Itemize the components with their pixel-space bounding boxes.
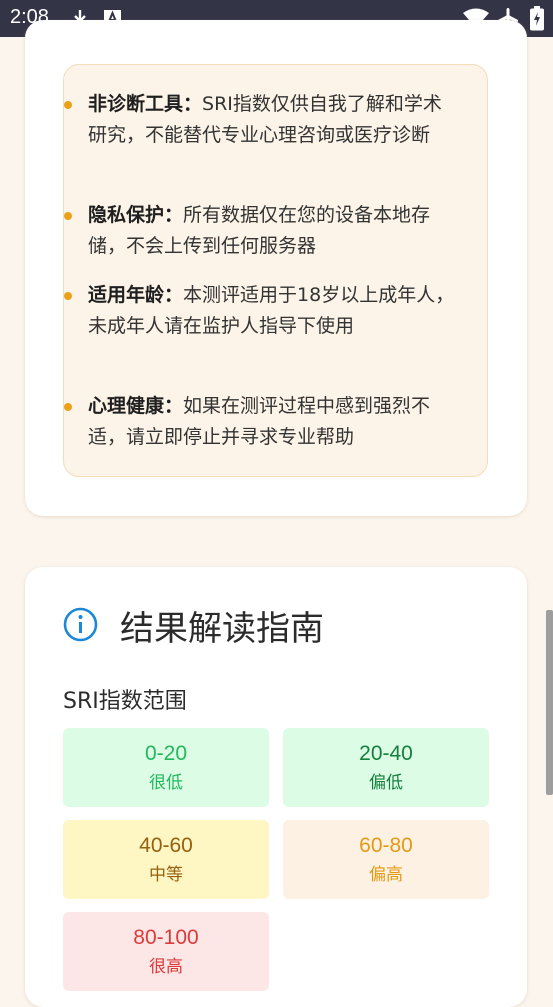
range-tile-very-high: 80-100 很高 (63, 912, 269, 991)
bullet-dot (64, 403, 72, 411)
range-value: 60-80 (359, 834, 413, 857)
range-value: 80-100 (133, 926, 199, 949)
range-level: 很高 (149, 957, 183, 977)
bullet-dot (64, 292, 72, 300)
range-section-title: SRI指数范围 (63, 689, 187, 714)
bullet-dot (64, 101, 72, 109)
range-value: 20-40 (359, 742, 413, 765)
notice-title: 隐私保护 (88, 204, 165, 226)
battery-icon (530, 6, 544, 31)
result-guide-card: 结果解读指南 SRI指数范围 0-20 很低 20-40 偏低 40-60 中等… (25, 567, 527, 1007)
range-tile-high: 60-80 偏高 (283, 820, 489, 899)
notice-item: 心理健康：如果在测评过程中感到强烈不适，请立即停止并寻求专业帮助 (64, 391, 458, 453)
notice-item: 非诊断工具：SRI指数仅供自我了解和学术研究，不能替代专业心理咨询或医疗诊断 (64, 89, 458, 151)
notice-title: 非诊断工具 (88, 93, 184, 115)
range-level: 中等 (149, 865, 183, 885)
range-value: 40-60 (139, 834, 193, 857)
scrollbar[interactable] (546, 610, 553, 795)
range-tile-medium: 40-60 中等 (63, 820, 269, 899)
notice-title: 适用年龄 (88, 284, 165, 306)
disclaimer-notice-box: 非诊断工具：SRI指数仅供自我了解和学术研究，不能替代专业心理咨询或医疗诊断 隐… (63, 64, 488, 477)
range-value: 0-20 (144, 742, 188, 765)
range-tile-very-low: 0-20 很低 (63, 728, 269, 807)
range-level: 很低 (149, 773, 183, 793)
guide-title: 结果解读指南 (120, 609, 324, 649)
notice-item: 隐私保护：所有数据仅在您的设备本地存储，不会上传到任何服务器 (64, 200, 458, 262)
info-icon (63, 607, 98, 642)
bullet-dot (64, 212, 72, 220)
range-level: 偏高 (369, 865, 403, 885)
notice-title: 心理健康 (88, 395, 165, 417)
range-tile-low: 20-40 偏低 (283, 728, 489, 807)
notice-item: 适用年龄：本测评适用于18岁以上成年人，未成年人请在监护人指导下使用 (64, 280, 458, 342)
range-level: 偏低 (369, 773, 403, 793)
